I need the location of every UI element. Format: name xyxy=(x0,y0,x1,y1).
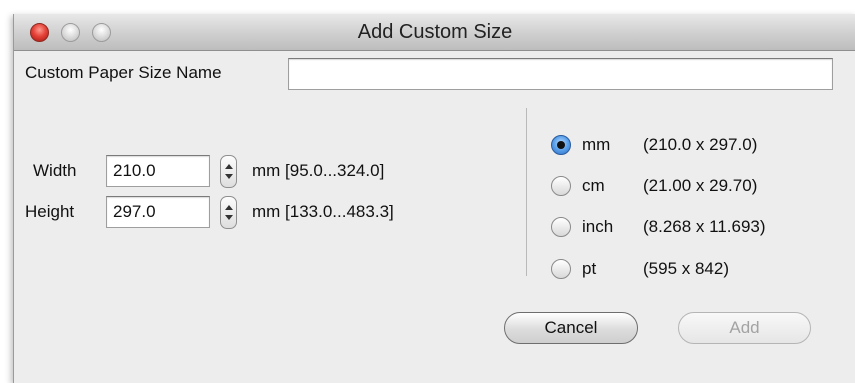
unit-option-inch[interactable]: inch (8.268 x 11.693) xyxy=(551,216,831,242)
title-bar: Add Custom Size xyxy=(14,14,855,51)
unit-dimensions-mm: (210.0 x 297.0) xyxy=(643,135,758,154)
unit-label-mm: mm xyxy=(582,135,611,154)
width-label: Width xyxy=(33,161,77,180)
height-input[interactable] xyxy=(106,196,210,228)
unit-dimensions-pt: (595 x 842) xyxy=(643,259,729,278)
unit-option-pt[interactable]: pt (595 x 842) xyxy=(551,258,831,284)
height-stepper[interactable] xyxy=(220,196,237,229)
stepper-down-icon[interactable] xyxy=(225,215,233,220)
stepper-down-icon[interactable] xyxy=(225,174,233,179)
cancel-button[interactable]: Cancel xyxy=(504,312,638,344)
stepper-up-icon[interactable] xyxy=(225,205,233,210)
window-title: Add Custom Size xyxy=(357,21,513,43)
unit-dimensions-cm: (21.00 x 29.70) xyxy=(643,176,758,195)
unit-label-pt: pt xyxy=(582,259,597,278)
width-stepper[interactable] xyxy=(220,155,237,188)
radio-button-inch[interactable] xyxy=(551,217,571,237)
unit-dimensions-inch: (8.268 x 11.693) xyxy=(643,217,766,236)
radio-button-pt[interactable] xyxy=(551,259,571,279)
unit-label-inch: inch xyxy=(582,217,614,236)
width-range-text: mm [95.0...324.0] xyxy=(252,161,385,180)
custom-paper-size-name-input[interactable] xyxy=(288,58,833,90)
vertical-divider xyxy=(526,108,527,276)
width-input[interactable] xyxy=(106,155,210,187)
add-button[interactable]: Add xyxy=(678,312,811,344)
stepper-up-icon[interactable] xyxy=(225,164,233,169)
radio-button-mm[interactable] xyxy=(551,135,571,155)
custom-paper-size-name-label: Custom Paper Size Name xyxy=(25,63,222,82)
height-range-text: mm [133.0...483.3] xyxy=(252,202,394,221)
unit-option-cm[interactable]: cm (21.00 x 29.70) xyxy=(551,175,831,201)
height-label: Height xyxy=(25,202,75,221)
unit-label-cm: cm xyxy=(582,176,605,195)
unit-option-mm[interactable]: mm (210.0 x 297.0) xyxy=(551,134,831,160)
radio-button-cm[interactable] xyxy=(551,176,571,196)
